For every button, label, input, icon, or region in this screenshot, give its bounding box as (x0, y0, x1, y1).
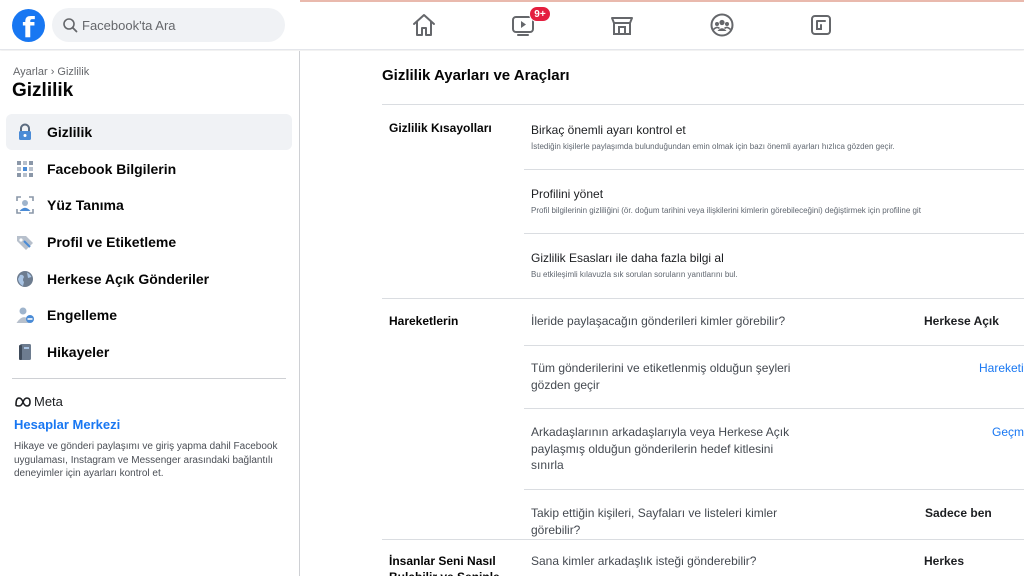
sidebar-item-face-recognition[interactable]: Yüz Tanıma (6, 187, 292, 223)
sidebar-menu: Gizlilik Facebook Bilgilerin Yüz Tanıma … (6, 114, 292, 371)
globe-icon (14, 268, 36, 290)
lock-icon (14, 121, 36, 143)
category-how-people-find-you: İnsanlar Seni Nasıl Bulabilir ve Seninle (389, 554, 500, 576)
category-privacy-shortcuts: Gizlilik Kısayolları (389, 121, 492, 135)
category-divider (382, 539, 1024, 540)
setting-value[interactable]: Sadece ben (925, 506, 992, 520)
sidebar-divider (12, 378, 286, 379)
setting-question: Sana kimler arkadaşlık isteği gönderebil… (531, 554, 757, 568)
row-divider (524, 345, 1024, 346)
accounts-center-link[interactable]: Hesaplar Merkezi (14, 417, 120, 432)
shortcut-row-title[interactable]: Profilini yönet (531, 186, 603, 202)
block-user-icon (14, 304, 36, 326)
watch-notification-badge: 9+ (529, 6, 551, 22)
marketplace-icon[interactable] (609, 12, 635, 38)
sidebar-item-label: Profil ve Etiketleme (47, 234, 177, 251)
sidebar-item-facebook-info[interactable]: Facebook Bilgilerin (6, 151, 292, 187)
shortcut-row-title[interactable]: Birkaç önemli ayarı kontrol et (531, 122, 686, 138)
shortcut-row-description: Bu etkileşimli kılavuzla sık sorulan sor… (531, 270, 738, 279)
accounts-center-description: Hikaye ve gönderi paylaşımı ve giriş yap… (14, 441, 278, 479)
sidebar-item-label: Engelleme (47, 307, 118, 324)
book-icon (14, 341, 36, 363)
sidebar-item-profile-tagging[interactable]: Profil ve Etiketleme (6, 224, 292, 260)
face-icon (14, 194, 36, 216)
sidebar-item-label: Yüz Tanıma (47, 197, 124, 214)
sidebar-item-stories[interactable]: Hikayeler (6, 334, 292, 370)
limit-past-posts-link[interactable]: Geçmi (992, 425, 1024, 439)
page-title: Gizlilik (12, 80, 74, 101)
row-divider (524, 489, 1024, 490)
top-bar: f 9+ (0, 0, 1024, 50)
activity-log-link[interactable]: Hareketi (979, 361, 1024, 375)
home-icon[interactable] (411, 12, 437, 38)
sidebar-item-label: Hikayeler (47, 344, 110, 361)
row-divider (524, 169, 1024, 170)
meta-label: Meta (34, 394, 63, 409)
shortcut-row-description: Profil bilgilerinin gizliliğini (ör. doğ… (531, 206, 921, 215)
setting-question: Takip ettiğin kişileri, Sayfaları ve lis… (531, 506, 778, 537)
facebook-logo-icon[interactable]: f (12, 9, 45, 42)
sidebar-item-public-posts[interactable]: Herkese Açık Gönderiler (6, 261, 292, 297)
groups-icon[interactable] (709, 12, 735, 38)
meta-infinity-icon (15, 396, 31, 407)
shortcut-row-title[interactable]: Gizlilik Esasları ile daha fazla bilgi a… (531, 250, 724, 266)
sidebar-item-label: Facebook Bilgilerin (47, 160, 177, 177)
sidebar-item-label: Gizlilik (47, 124, 93, 140)
breadcrumb[interactable]: Ayarlar › Gizlilik (13, 66, 89, 78)
gaming-icon[interactable] (808, 12, 834, 38)
section-title: Gizlilik Ayarları ve Araçları (382, 67, 570, 84)
sidebar-item-blocking[interactable]: Engelleme (6, 297, 292, 333)
search-input[interactable] (82, 8, 277, 42)
setting-question: Tüm gönderilerini ve etiketlenmiş olduğu… (531, 361, 791, 392)
settings-sidebar: Ayarlar › Gizlilik Gizlilik Gizlilik Fac… (0, 51, 300, 576)
search-box[interactable] (52, 8, 285, 42)
grid-icon (14, 158, 36, 180)
privacy-settings-main: Gizlilik Ayarları ve Araçları Gizlilik K… (300, 51, 1024, 576)
tag-icon (14, 231, 36, 253)
setting-question: İleride paylaşacağın gönderileri kimler … (531, 314, 786, 328)
setting-value[interactable]: Herkese Açık (924, 314, 999, 328)
setting-value[interactable]: Herkes (924, 554, 964, 568)
row-divider (524, 233, 1024, 234)
row-divider (524, 408, 1024, 409)
sidebar-item-privacy[interactable]: Gizlilik (6, 114, 292, 150)
category-divider (382, 298, 1024, 299)
section-divider (382, 104, 1024, 105)
sidebar-item-label: Herkese Açık Gönderiler (47, 270, 210, 287)
category-your-activity: Hareketlerin (389, 314, 459, 328)
top-accent-line (300, 0, 1024, 2)
search-icon (63, 18, 78, 33)
shortcut-row-description: İstediğin kişilerle paylaşımda bulunduğu… (531, 142, 895, 151)
meta-brand: Meta (14, 394, 63, 409)
setting-question: Arkadaşlarının arkadaşlarıyla veya Herke… (531, 425, 790, 472)
